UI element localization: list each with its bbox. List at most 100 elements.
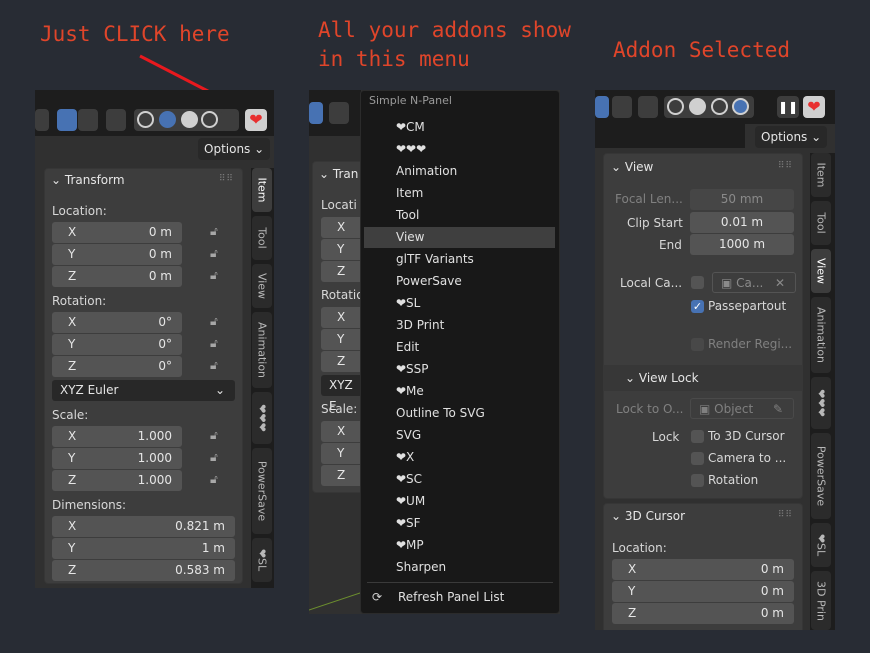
focal-length-field[interactable]: 50 mm [690, 189, 794, 210]
lock-icon[interactable]: 🔓︎ [210, 268, 218, 283]
dropdown-button[interactable] [35, 109, 49, 131]
scale-z-field[interactable]: Z 1.000 [52, 470, 182, 491]
cursor-z-field[interactable]: Z 0 m [612, 603, 794, 624]
menu-item[interactable]: Tool [364, 205, 555, 226]
tab-tool[interactable]: Tool [252, 216, 272, 260]
dimensions-y-field[interactable]: Y 1 m [52, 538, 235, 559]
tab-animation[interactable]: Animation [811, 297, 831, 373]
rotation-z-field[interactable]: Z 0° [52, 356, 182, 377]
passepartout-checkbox[interactable]: ✓ [691, 300, 704, 313]
options-dropdown[interactable]: Options ⌄ [198, 138, 271, 160]
menu-item[interactable]: ❤Me [364, 381, 555, 402]
menu-item[interactable]: Edit [364, 337, 555, 358]
menu-item[interactable]: ❤X [364, 447, 555, 468]
tab-item[interactable]: Item [252, 168, 272, 212]
menu-item[interactable]: ❤MP [364, 535, 555, 556]
menu-item[interactable]: glTF Variants [364, 249, 555, 270]
xray-icon[interactable] [638, 96, 658, 118]
menu-item[interactable]: ❤CM [364, 117, 555, 138]
menu-item[interactable]: View [364, 227, 555, 248]
menu-item[interactable]: ❤SF [364, 513, 555, 534]
lock-camera-checkbox[interactable] [691, 452, 704, 465]
tab-tool[interactable]: Tool [811, 201, 831, 245]
tab-powersave[interactable]: PowerSave [811, 433, 831, 519]
tab-hearts[interactable]: ❤❤❤ [252, 392, 272, 444]
location-z-field[interactable]: Z 0 m [52, 266, 182, 287]
local-camera-checkbox[interactable] [691, 276, 704, 289]
cursor-y-field[interactable]: Y 0 m [612, 581, 794, 602]
view-lock-header[interactable]: ⌄ View Lock [625, 366, 699, 390]
tab-view[interactable]: View [811, 249, 831, 293]
lock-3d-cursor-checkbox[interactable] [691, 430, 704, 443]
menu-item[interactable]: 3D Print [364, 315, 555, 336]
menu-item[interactable]: ❤SSP [364, 359, 555, 380]
overlay-icon[interactable] [57, 109, 77, 131]
options-dropdown[interactable]: Options ⌄ [755, 126, 828, 148]
clip-start-field[interactable]: 0.01 m [690, 212, 794, 233]
menu-item[interactable]: Sharpen [364, 557, 555, 578]
close-icon[interactable]: ✕ [775, 273, 785, 294]
location-y-field[interactable]: Y 0 m [52, 244, 182, 265]
heart-icon[interactable]: ❤ [245, 109, 267, 131]
tab-item[interactable]: Item [811, 153, 831, 197]
menu-item[interactable]: ❤UM [364, 491, 555, 512]
menu-item[interactable]: ❤SC [364, 469, 555, 490]
drag-handle-icon[interactable]: ⠿⠿ [778, 510, 793, 520]
scale-x-field[interactable]: X 1.000 [52, 426, 182, 447]
tab-powersave[interactable]: PowerSave [252, 448, 272, 534]
xray-icon[interactable] [106, 109, 126, 131]
lock-icon[interactable]: 🔓︎ [210, 358, 218, 373]
chevron-down-icon[interactable] [78, 109, 98, 131]
menu-item[interactable]: Animation [364, 161, 555, 182]
tab-view[interactable]: View [252, 264, 272, 308]
refresh-panel-list-button[interactable]: ⟳ Refresh Panel List [364, 587, 555, 608]
material-shading-icon[interactable] [181, 111, 198, 128]
drag-handle-icon[interactable]: ⠿⠿ [778, 161, 793, 171]
rotation-y-field[interactable]: Y 0° [52, 334, 182, 355]
tab-sl[interactable]: ❤SL [252, 538, 272, 582]
cursor-x-field[interactable]: X 0 m [612, 559, 794, 580]
heart-icon[interactable]: ❤ [803, 96, 825, 118]
shading-options-chevron-icon[interactable] [221, 109, 239, 131]
dimensions-z-field[interactable]: Z 0.583 m [52, 560, 235, 581]
tab-animation[interactable]: Animation [252, 312, 272, 388]
location-x-field[interactable]: X 0 m [52, 222, 182, 243]
solid-shading-icon[interactable] [689, 98, 706, 115]
menu-item[interactable]: Outline To SVG [364, 403, 555, 424]
scale-y-field[interactable]: Y 1.000 [52, 448, 182, 469]
lock-icon[interactable]: 🔓︎ [210, 428, 218, 443]
clip-end-field[interactable]: 1000 m [690, 234, 794, 255]
tab-hearts[interactable]: ❤❤❤ [811, 377, 831, 429]
menu-item[interactable]: Item [364, 183, 555, 204]
menu-item[interactable]: ❤SL [364, 293, 555, 314]
lock-icon[interactable]: 🔓︎ [210, 224, 218, 239]
3d-cursor-panel-header[interactable]: ⌄ 3D Cursor [611, 504, 685, 528]
tab-sl[interactable]: ❤SL [811, 523, 831, 567]
menu-item[interactable]: PowerSave [364, 271, 555, 292]
tab-3d-print[interactable]: 3D Prin [811, 571, 831, 630]
lock-icon[interactable]: 🔓︎ [210, 472, 218, 487]
rotation-mode-select[interactable]: XYZ Euler ⌄ [52, 380, 235, 401]
drag-handle-icon[interactable]: ⠿⠿ [219, 174, 234, 184]
view-panel-header[interactable]: ⌄ View [611, 155, 653, 179]
lock-icon[interactable]: 🔓︎ [210, 314, 218, 329]
dimensions-x-field[interactable]: X 0.821 m [52, 516, 235, 537]
transform-panel-header[interactable]: ⌄ Transform [51, 168, 125, 192]
overlay-icon[interactable] [309, 102, 323, 124]
eyedropper-icon[interactable]: ✎ [773, 399, 783, 420]
render-shading-icon[interactable] [201, 111, 218, 128]
render-region-checkbox[interactable] [691, 338, 704, 351]
transform-panel-header[interactable]: ⌄ Tran [319, 162, 358, 186]
menu-item[interactable]: SVG [364, 425, 555, 446]
overlay-icon[interactable] [595, 96, 609, 118]
local-camera-field[interactable]: ▣ Ca... ✕ [712, 272, 796, 293]
lock-to-object-field[interactable]: ▣ Object ✎ [690, 398, 794, 419]
wireframe-shading-icon[interactable] [137, 111, 154, 128]
solid-shading-icon[interactable] [159, 111, 176, 128]
chevron-down-icon[interactable] [612, 96, 632, 118]
material-shading-icon[interactable] [711, 98, 728, 115]
lock-icon[interactable]: 🔓︎ [210, 450, 218, 465]
lock-icon[interactable]: 🔓︎ [210, 336, 218, 351]
render-shading-icon[interactable] [732, 98, 749, 115]
wireframe-shading-icon[interactable] [667, 98, 684, 115]
